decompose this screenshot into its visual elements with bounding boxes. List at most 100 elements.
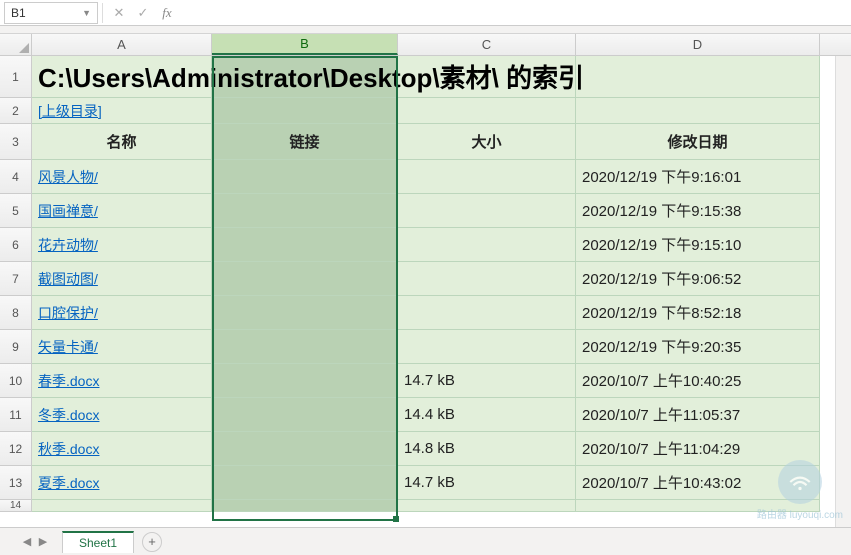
cell-link[interactable] bbox=[212, 364, 398, 398]
header-size[interactable]: 大小 bbox=[398, 124, 576, 160]
fx-icon[interactable]: fx bbox=[155, 2, 179, 24]
cell-modified[interactable]: 2020/12/19 下午8:52:18 bbox=[576, 296, 820, 330]
cell-link[interactable] bbox=[212, 194, 398, 228]
cell-size[interactable] bbox=[398, 330, 576, 364]
cell[interactable] bbox=[398, 98, 576, 124]
header-name[interactable]: 名称 bbox=[32, 124, 212, 160]
cell[interactable] bbox=[212, 98, 398, 124]
row-header-4[interactable]: 4 bbox=[0, 160, 32, 194]
header-link[interactable]: 链接 bbox=[212, 124, 398, 160]
tab-next-icon[interactable]: ▶ bbox=[36, 535, 50, 549]
cell-modified[interactable]: 2020/10/7 上午10:40:25 bbox=[576, 364, 820, 398]
column-header-b[interactable]: B bbox=[212, 34, 398, 55]
cell-name[interactable]: 口腔保护/ bbox=[32, 296, 212, 330]
parent-dir-link[interactable]: [上级目录] bbox=[32, 98, 212, 124]
table-row: 6 花卉动物/2020/12/19 下午9:15:10 bbox=[0, 228, 851, 262]
file-link[interactable]: 秋季.docx bbox=[38, 439, 99, 459]
cell-size[interactable]: 14.7 kB bbox=[398, 466, 576, 500]
cell-size[interactable]: 14.7 kB bbox=[398, 364, 576, 398]
chevron-down-icon[interactable]: ▼ bbox=[82, 8, 91, 18]
confirm-icon[interactable]: ✓ bbox=[131, 2, 155, 24]
row-header-9[interactable]: 9 bbox=[0, 330, 32, 364]
cell-size[interactable] bbox=[398, 194, 576, 228]
file-link[interactable]: 矢量卡通/ bbox=[38, 337, 98, 357]
row-header-6[interactable]: 6 bbox=[0, 228, 32, 262]
row-header-14[interactable]: 14 bbox=[0, 500, 32, 512]
cell[interactable] bbox=[32, 500, 212, 512]
column-header-c[interactable]: C bbox=[398, 34, 576, 55]
cell-modified[interactable]: 2020/12/19 下午9:15:38 bbox=[576, 194, 820, 228]
column-header-a[interactable]: A bbox=[32, 34, 212, 55]
file-link[interactable]: 国画禅意/ bbox=[38, 201, 98, 221]
cell-name[interactable]: 风景人物/ bbox=[32, 160, 212, 194]
cell-name[interactable]: 秋季.docx bbox=[32, 432, 212, 466]
file-link[interactable]: 春季.docx bbox=[38, 371, 99, 391]
row-header-1[interactable]: 1 bbox=[0, 56, 32, 98]
add-sheet-button[interactable]: + bbox=[142, 532, 162, 552]
formula-input[interactable] bbox=[179, 2, 851, 24]
row-header-8[interactable]: 8 bbox=[0, 296, 32, 330]
cell-size[interactable]: 14.8 kB bbox=[398, 432, 576, 466]
table-row: 4 风景人物/2020/12/19 下午9:16:01 bbox=[0, 160, 851, 194]
cell-link[interactable] bbox=[212, 228, 398, 262]
cell-link[interactable] bbox=[212, 398, 398, 432]
header-modified[interactable]: 修改日期 bbox=[576, 124, 820, 160]
file-link[interactable]: 截图动图/ bbox=[38, 269, 98, 289]
cell-name[interactable]: 冬季.docx bbox=[32, 398, 212, 432]
file-link[interactable]: 冬季.docx bbox=[38, 405, 99, 425]
row-header-2[interactable]: 2 bbox=[0, 98, 32, 124]
cell-link[interactable] bbox=[212, 330, 398, 364]
name-box[interactable]: B1 ▼ bbox=[4, 2, 98, 24]
cell-name[interactable]: 矢量卡通/ bbox=[32, 330, 212, 364]
cell-name[interactable]: 春季.docx bbox=[32, 364, 212, 398]
cell-size[interactable] bbox=[398, 262, 576, 296]
cell-link[interactable] bbox=[212, 262, 398, 296]
column-header-d[interactable]: D bbox=[576, 34, 820, 55]
vertical-scrollbar[interactable] bbox=[835, 56, 851, 527]
cell[interactable] bbox=[398, 500, 576, 512]
table-row: 1 C:\Users\Administrator\Desktop\素材\ 的索引 bbox=[0, 56, 851, 98]
table-row: 11 冬季.docx 14.4 kB2020/10/7 上午11:05:37 bbox=[0, 398, 851, 432]
tab-sheet1[interactable]: Sheet1 bbox=[62, 531, 134, 553]
cell-link[interactable] bbox=[212, 296, 398, 330]
cell[interactable] bbox=[576, 56, 820, 98]
cell-name[interactable]: 国画禅意/ bbox=[32, 194, 212, 228]
file-link[interactable]: 花卉动物/ bbox=[38, 235, 98, 255]
row-header-5[interactable]: 5 bbox=[0, 194, 32, 228]
cell-size[interactable] bbox=[398, 160, 576, 194]
file-link[interactable]: 夏季.docx bbox=[38, 473, 99, 493]
cell[interactable] bbox=[212, 500, 398, 512]
cell-modified[interactable]: 2020/10/7 上午11:05:37 bbox=[576, 398, 820, 432]
cell-modified[interactable]: 2020/12/19 下午9:15:10 bbox=[576, 228, 820, 262]
cell-name[interactable]: 截图动图/ bbox=[32, 262, 212, 296]
table-row: 9 矢量卡通/2020/12/19 下午9:20:35 bbox=[0, 330, 851, 364]
cancel-icon[interactable]: ✕ bbox=[107, 2, 131, 24]
cell-name[interactable]: 夏季.docx bbox=[32, 466, 212, 500]
cell-modified[interactable]: 2020/12/19 下午9:16:01 bbox=[576, 160, 820, 194]
page-title[interactable]: C:\Users\Administrator\Desktop\素材\ 的索引 bbox=[32, 56, 212, 98]
cell-modified[interactable]: 2020/12/19 下午9:20:35 bbox=[576, 330, 820, 364]
watermark-text: 路由器 luyouqi.com bbox=[757, 506, 843, 521]
cell[interactable] bbox=[576, 98, 820, 124]
row-header-3[interactable]: 3 bbox=[0, 124, 32, 160]
row-header-7[interactable]: 7 bbox=[0, 262, 32, 296]
cell-link[interactable] bbox=[212, 466, 398, 500]
cell-link[interactable] bbox=[212, 160, 398, 194]
cell-modified[interactable]: 2020/12/19 下午9:06:52 bbox=[576, 262, 820, 296]
cell-name[interactable]: 花卉动物/ bbox=[32, 228, 212, 262]
row-header-13[interactable]: 13 bbox=[0, 466, 32, 500]
cell-size[interactable] bbox=[398, 296, 576, 330]
cell-size[interactable]: 14.4 kB bbox=[398, 398, 576, 432]
router-icon bbox=[778, 460, 822, 504]
file-link[interactable]: 口腔保护/ bbox=[38, 303, 98, 323]
table-row: 5 国画禅意/2020/12/19 下午9:15:38 bbox=[0, 194, 851, 228]
name-box-value: B1 bbox=[11, 6, 26, 20]
row-header-10[interactable]: 10 bbox=[0, 364, 32, 398]
row-header-11[interactable]: 11 bbox=[0, 398, 32, 432]
row-header-12[interactable]: 12 bbox=[0, 432, 32, 466]
cell-size[interactable] bbox=[398, 228, 576, 262]
cell-link[interactable] bbox=[212, 432, 398, 466]
file-link[interactable]: 风景人物/ bbox=[38, 167, 98, 187]
tab-prev-icon[interactable]: ◀ bbox=[20, 535, 34, 549]
select-all-corner[interactable] bbox=[0, 34, 32, 55]
